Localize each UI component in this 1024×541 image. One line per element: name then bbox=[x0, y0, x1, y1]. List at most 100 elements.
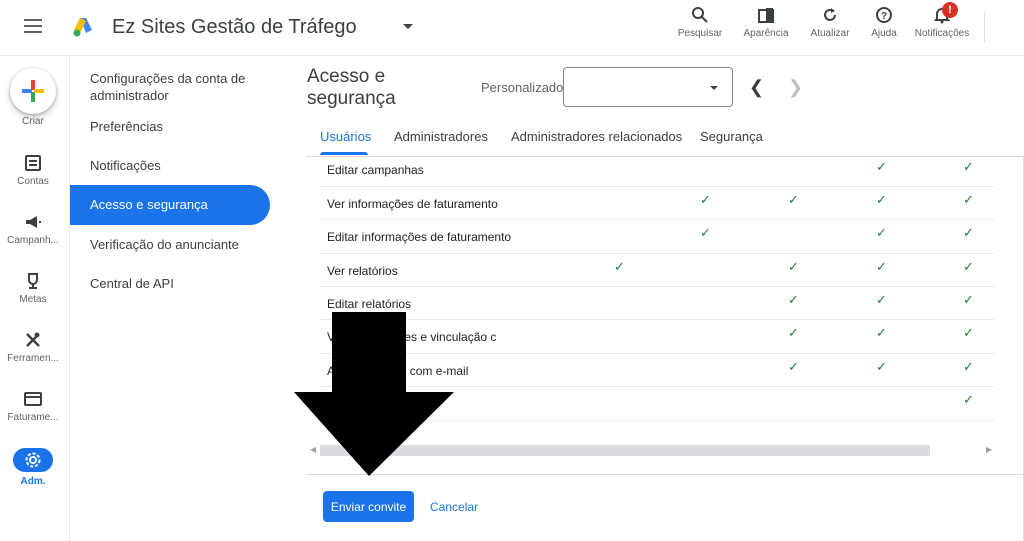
subnav-advertiser-verification[interactable]: Verificação do anunciante bbox=[70, 236, 270, 253]
form-actions: Enviar convite Cancelar bbox=[306, 474, 1024, 541]
account-name[interactable]: Ez Sites Gestão de Tráfego bbox=[112, 16, 357, 39]
search-button[interactable]: Pesquisar bbox=[676, 6, 724, 39]
google-ads-logo bbox=[73, 18, 92, 37]
dropdown-caret-icon bbox=[710, 86, 718, 90]
send-invite-button[interactable]: Enviar convite bbox=[323, 491, 414, 522]
next-period-button[interactable]: ❯ bbox=[788, 78, 803, 96]
trophy-icon bbox=[28, 273, 38, 289]
admin-subnav: Configurações da conta de administrador … bbox=[70, 56, 306, 541]
tab-security[interactable]: Segurança bbox=[700, 129, 763, 144]
account-dropdown-icon[interactable] bbox=[403, 24, 413, 29]
nav-goals[interactable]: Metas bbox=[0, 272, 66, 305]
permission-label: Ver relatórios bbox=[327, 264, 398, 278]
date-range-label: Personalizado bbox=[481, 80, 564, 95]
gear-icon bbox=[25, 452, 41, 468]
down-arrow-annotation bbox=[294, 312, 454, 476]
check-icon: ✓ bbox=[788, 292, 799, 307]
nav-goals-label: Metas bbox=[19, 294, 47, 305]
accounts-icon bbox=[25, 155, 41, 171]
notifications-label: Notificações bbox=[914, 28, 970, 39]
help-label: Ajuda bbox=[871, 28, 897, 39]
check-icon: ✓ bbox=[700, 225, 711, 240]
permission-row: Editar informações de faturamento ✓ ✓ ✓ bbox=[320, 220, 994, 254]
appearance-button[interactable]: Aparência bbox=[741, 6, 791, 39]
scroll-right-icon[interactable]: ▶ bbox=[986, 445, 992, 454]
refresh-icon bbox=[824, 8, 836, 21]
check-icon: ✓ bbox=[700, 192, 711, 207]
permission-label: Editar relatórios bbox=[327, 297, 412, 311]
tab-bar: Usuários Administradores Administradores… bbox=[306, 120, 1024, 156]
nav-tools[interactable]: Ferramen... bbox=[0, 331, 66, 364]
nav-accounts[interactable]: Contas bbox=[0, 154, 66, 187]
refresh-label: Atualizar bbox=[810, 28, 850, 39]
nav-accounts-label: Contas bbox=[17, 176, 49, 187]
check-icon: ✓ bbox=[963, 359, 974, 374]
check-icon: ✓ bbox=[963, 225, 974, 240]
check-icon: ✓ bbox=[876, 259, 887, 274]
active-tab-indicator bbox=[320, 152, 368, 155]
check-icon: ✓ bbox=[788, 192, 799, 207]
tab-related-administrators[interactable]: Administradores relacionados bbox=[511, 129, 682, 144]
tools-icon bbox=[26, 332, 40, 347]
menu-icon[interactable] bbox=[24, 19, 42, 33]
cancel-button[interactable]: Cancelar bbox=[424, 491, 484, 522]
search-icon bbox=[692, 7, 708, 23]
check-icon: ✓ bbox=[963, 292, 974, 307]
nav-tools-label: Ferramen... bbox=[7, 353, 59, 364]
nav-billing-label: Faturame... bbox=[7, 412, 59, 423]
check-icon: ✓ bbox=[876, 292, 887, 307]
subnav-preferences[interactable]: Preferências bbox=[70, 118, 270, 135]
date-range-select[interactable] bbox=[563, 67, 733, 107]
check-icon: ✓ bbox=[963, 192, 974, 207]
permission-row: Ver informações de faturamento ✓ ✓ ✓ ✓ bbox=[320, 187, 994, 220]
nav-admin[interactable]: Adm. bbox=[0, 448, 66, 487]
create-label: Criar bbox=[22, 116, 44, 127]
subnav-admin-account-settings[interactable]: Configurações da conta de administrador bbox=[70, 70, 270, 104]
permission-row: Ver relatórios ✓ ✓ ✓ ✓ bbox=[320, 254, 994, 287]
previous-period-button[interactable]: ❮ bbox=[749, 78, 764, 96]
megaphone-icon bbox=[26, 216, 41, 228]
permission-row: Editar campanhas ✓ ✓ bbox=[320, 157, 994, 187]
notifications-button[interactable]: Notificações ! bbox=[911, 2, 973, 39]
create-button[interactable] bbox=[10, 68, 56, 114]
appearance-icon bbox=[758, 8, 774, 23]
toolbar-divider bbox=[984, 12, 985, 42]
check-icon: ✓ bbox=[876, 359, 887, 374]
subnav-notifications[interactable]: Notificações bbox=[70, 157, 270, 174]
credit-card-icon bbox=[24, 392, 42, 406]
check-icon: ✓ bbox=[876, 225, 887, 240]
check-icon: ✓ bbox=[963, 259, 974, 274]
subnav-api-center[interactable]: Central de API bbox=[70, 275, 270, 292]
plus-icon bbox=[22, 80, 44, 102]
check-icon: ✓ bbox=[788, 259, 799, 274]
check-icon: ✓ bbox=[614, 259, 625, 274]
check-icon: ✓ bbox=[963, 392, 974, 407]
left-navigation-rail: Criar Contas Campanh... Metas Ferramen..… bbox=[0, 56, 70, 541]
check-icon: ✓ bbox=[788, 325, 799, 340]
notification-badge: ! bbox=[942, 2, 958, 18]
permission-label: Ver informações de faturamento bbox=[327, 197, 498, 211]
nav-campaigns-label: Campanh... bbox=[7, 235, 59, 246]
nav-admin-pill bbox=[13, 448, 53, 472]
refresh-button[interactable]: Atualizar bbox=[807, 6, 853, 39]
check-icon: ✓ bbox=[876, 159, 887, 174]
permission-label: Editar informações de faturamento bbox=[327, 230, 512, 244]
check-icon: ✓ bbox=[963, 159, 974, 174]
page-title: Acesso e segurança bbox=[307, 66, 396, 109]
tab-users[interactable]: Usuários bbox=[320, 129, 371, 144]
nav-admin-label: Adm. bbox=[20, 476, 46, 487]
check-icon: ✓ bbox=[876, 325, 887, 340]
nav-billing[interactable]: Faturame... bbox=[0, 390, 66, 423]
permission-label: Editar campanhas bbox=[327, 163, 424, 177]
check-icon: ✓ bbox=[963, 325, 974, 340]
appearance-label: Aparência bbox=[743, 28, 789, 39]
help-icon: ? bbox=[876, 7, 892, 23]
tab-administrators[interactable]: Administradores bbox=[394, 129, 488, 144]
search-label: Pesquisar bbox=[677, 28, 723, 39]
check-icon: ✓ bbox=[788, 359, 799, 374]
check-icon: ✓ bbox=[876, 192, 887, 207]
svg-text:?: ? bbox=[881, 11, 887, 22]
subnav-access-security[interactable]: Acesso e segurança bbox=[70, 185, 270, 225]
help-button[interactable]: ? Ajuda bbox=[867, 6, 901, 39]
nav-campaigns[interactable]: Campanh... bbox=[0, 213, 66, 246]
